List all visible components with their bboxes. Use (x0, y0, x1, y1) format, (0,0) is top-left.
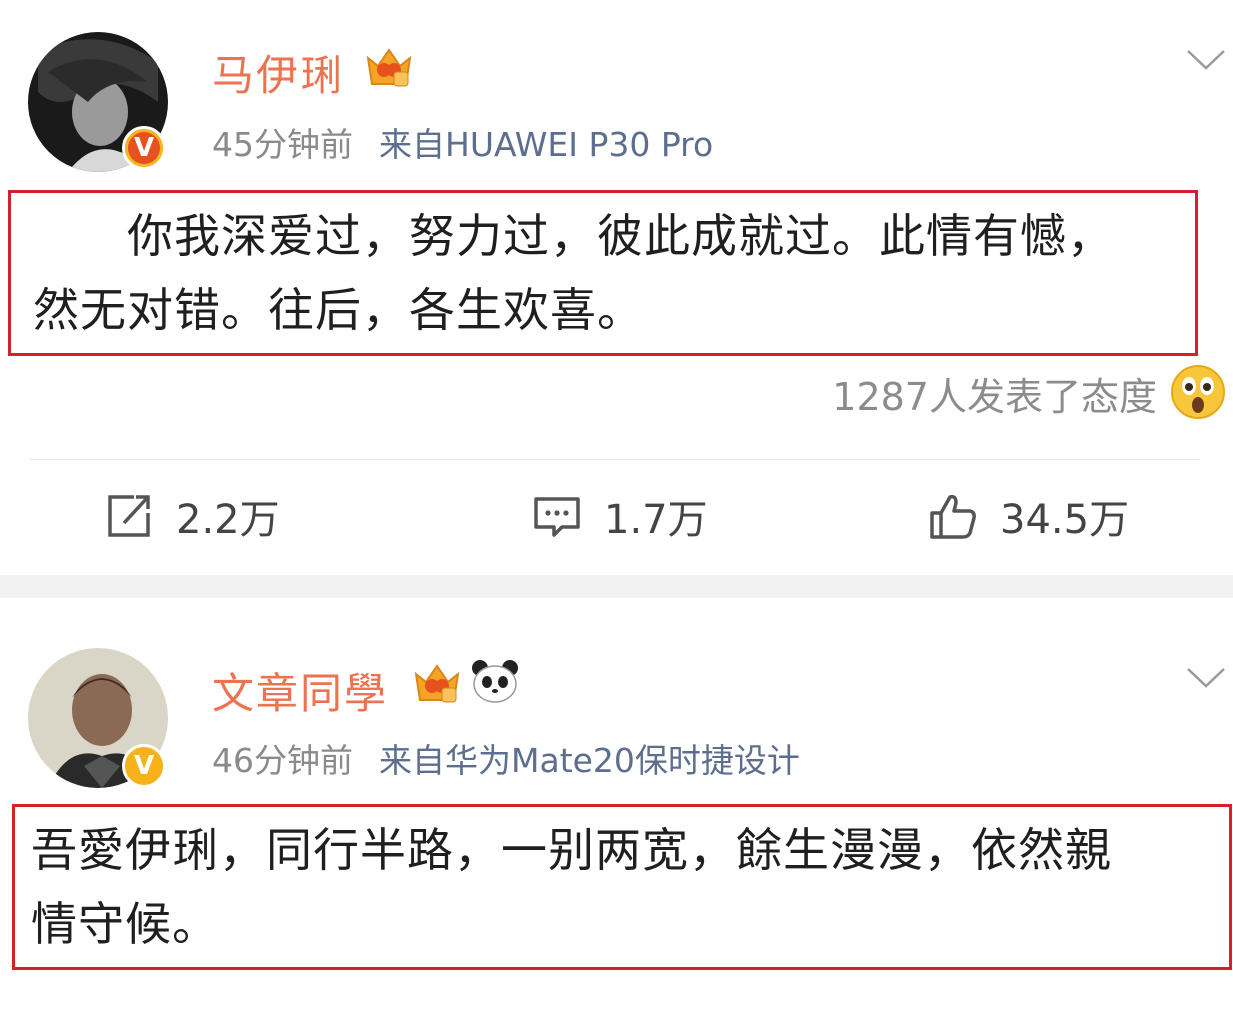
post-source[interactable]: 来自华为Mate20保时捷设计 (379, 741, 800, 780)
comment-button[interactable]: 1.7万 (532, 490, 708, 543)
post-time: 46分钟前 (212, 741, 353, 780)
panda-emoji-icon (472, 660, 518, 703)
repost-count: 2.2万 (176, 497, 280, 543)
content-line: 情守候。 (31, 897, 219, 951)
post-separator (0, 575, 1233, 598)
post-meta: 45分钟前 来自HUAWEI P30 Pro (212, 118, 713, 166)
comment-count: 1.7万 (604, 497, 708, 543)
like-count: 34.5万 (1000, 497, 1130, 543)
repost-button[interactable]: 2.2万 (104, 490, 280, 543)
comment-icon (534, 497, 580, 537)
divider (30, 459, 1200, 460)
watermark: @头条 / 情感一 (1015, 977, 1225, 1012)
repost-icon (108, 495, 150, 537)
reactions-count[interactable]: 1287人发表了态度 (832, 366, 1157, 421)
weibo-post-2: V 文章同學 46分钟前 来自华为Mate20保时捷设计 吾愛伊琍，同行半路，一别… (0, 598, 1233, 1015)
username[interactable]: 文章同學 (212, 660, 388, 721)
chevron-down-icon[interactable] (1186, 666, 1226, 690)
surprised-emoji-icon[interactable] (1170, 364, 1226, 420)
crown-vip-icon (414, 664, 460, 703)
content-line: 你我深爱过，努力过，彼此成就过。此情有憾， (33, 209, 1114, 263)
post-time: 45分钟前 (212, 125, 353, 164)
post-content: 你我深爱过，努力过，彼此成就过。此情有憾， 然无对错。往后，各生欢喜。 (8, 190, 1198, 356)
content-line: 吾愛伊琍，同行半路，一别两宽，餘生漫漫，依然親 (31, 823, 1112, 877)
post-meta: 46分钟前 来自华为Mate20保时捷设计 (212, 734, 800, 782)
content-line: 然无对错。往后，各生欢喜。 (33, 283, 644, 337)
crown-vip-icon (366, 48, 412, 87)
verified-v-icon: V (122, 744, 166, 788)
chevron-down-icon[interactable] (1186, 48, 1226, 72)
like-icon (930, 494, 976, 539)
post-source[interactable]: 来自HUAWEI P30 Pro (379, 125, 713, 164)
post-content: 吾愛伊琍，同行半路，一别两宽，餘生漫漫，依然親 情守候。 (12, 804, 1232, 970)
weibo-post-1: V 马伊琍 45分钟前 来自HUAWEI P30 Pro 你我深爱过，努力过，彼此… (0, 0, 1233, 575)
verified-v-icon: V (122, 126, 166, 170)
username[interactable]: 马伊琍 (212, 42, 344, 103)
like-button[interactable]: 34.5万 (928, 490, 1130, 543)
